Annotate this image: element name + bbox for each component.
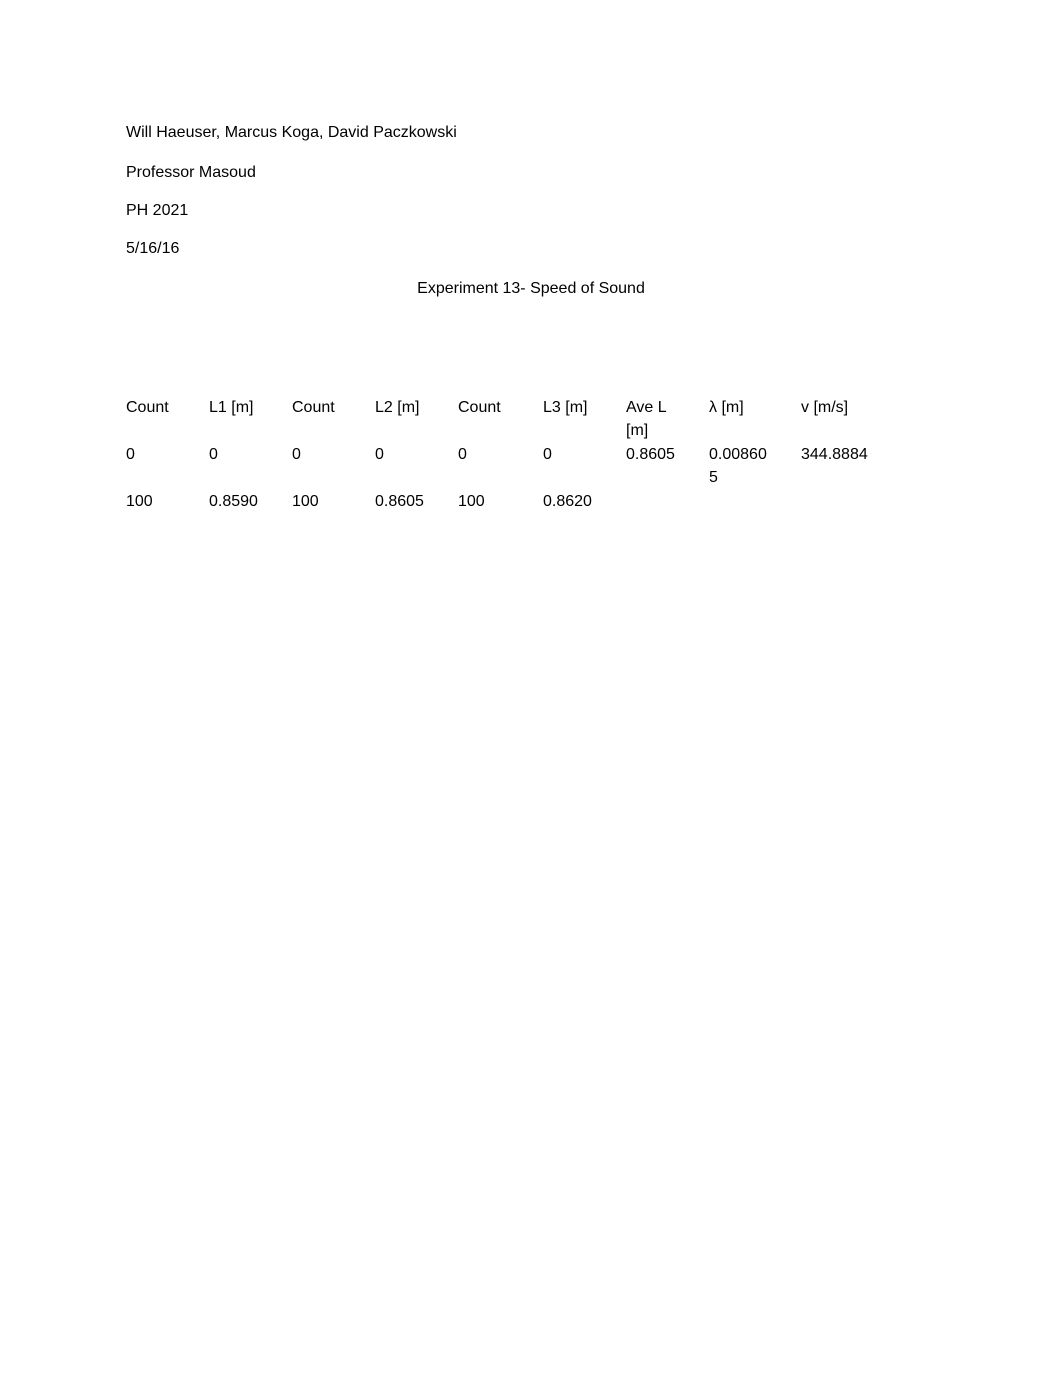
table-cell: 100 (292, 493, 319, 510)
table-cell (626, 490, 709, 514)
column-header: λ [m] (709, 399, 744, 416)
column-header: L1 [m] (209, 399, 254, 416)
table-cell: 0 (292, 446, 301, 463)
table-cell: 100 (458, 493, 485, 510)
table-cell: 0 (375, 446, 384, 463)
column-header: Ave L [m] (626, 399, 667, 439)
date-line: 5/16/16 (126, 240, 180, 257)
table-cell (709, 490, 801, 514)
table-cell (801, 490, 891, 514)
document-title: Experiment 13- Speed of Sound (417, 280, 645, 297)
table-row: 0 0 0 0 0 0 0.8605 0.008605 344.8884 (126, 443, 891, 490)
table-cell: 0 (458, 446, 467, 463)
column-header: v [m/s] (801, 399, 849, 416)
column-header: L2 [m] (375, 399, 420, 416)
table-cell: 0.8605 (626, 446, 675, 463)
table-cell: 0 (126, 446, 135, 463)
table-cell: 0.008605 (709, 446, 767, 486)
table-cell: 0 (543, 446, 552, 463)
column-header: Count (126, 399, 169, 416)
table-cell: 100 (126, 493, 153, 510)
column-header: Count (292, 399, 335, 416)
professor-line: Professor Masoud (126, 164, 256, 181)
column-header: Count (458, 399, 501, 416)
table-cell: 0.8620 (543, 493, 592, 510)
document-page: Will Haeuser, Marcus Koga, David Paczkow… (0, 0, 1062, 1377)
table-row: 100 0.8590 100 0.8605 100 0.8620 (126, 490, 891, 514)
authors-line: Will Haeuser, Marcus Koga, David Paczkow… (126, 124, 457, 141)
table-cell: 0 (209, 446, 218, 463)
column-header: L3 [m] (543, 399, 588, 416)
data-table: Count L1 [m] Count L2 [m] Count L3 [m] A… (126, 396, 891, 514)
course-line: PH 2021 (126, 202, 189, 219)
table-cell: 0.8605 (375, 493, 424, 510)
table-cell: 344.8884 (801, 446, 868, 463)
table-header-row: Count L1 [m] Count L2 [m] Count L3 [m] A… (126, 396, 891, 443)
table-cell: 0.8590 (209, 493, 258, 510)
